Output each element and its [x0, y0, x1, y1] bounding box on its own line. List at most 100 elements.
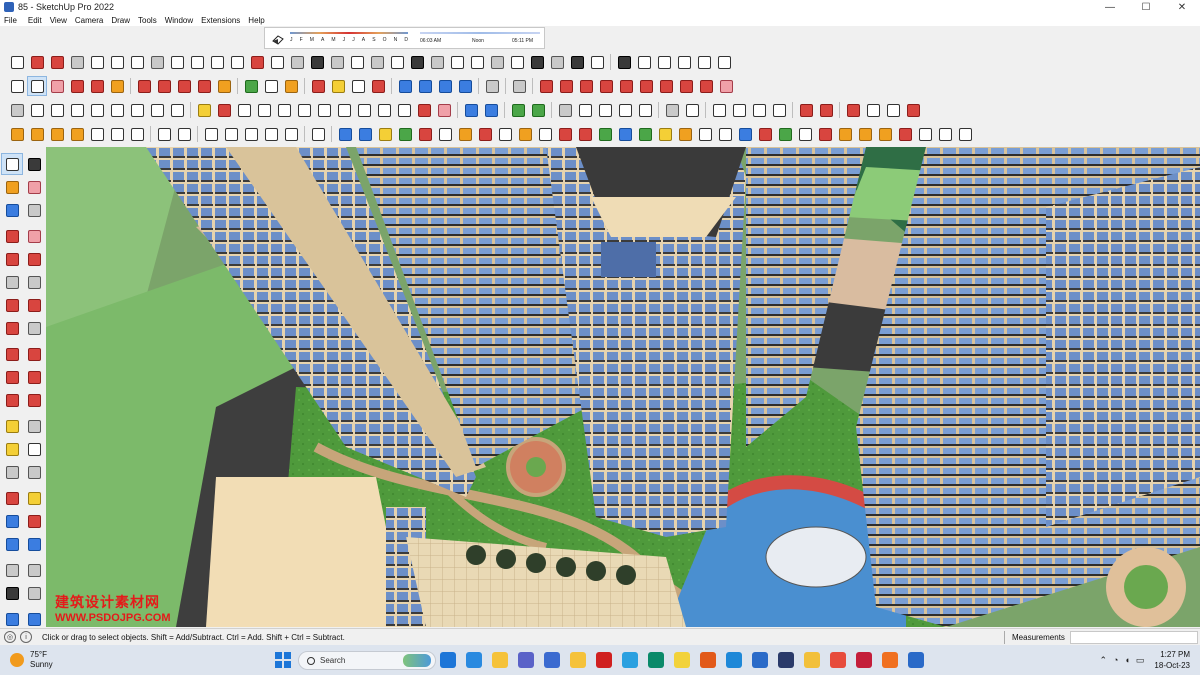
clock[interactable]: 1:27 PM 18-Oct-23	[1154, 649, 1190, 671]
menu-extensions[interactable]: Extensions	[201, 16, 240, 25]
menu-help[interactable]: Help	[248, 16, 264, 25]
pushpull-icon[interactable]	[167, 52, 187, 72]
left-icon[interactable]	[107, 100, 127, 120]
sketch-icon[interactable]	[194, 100, 214, 120]
mat3-icon[interactable]	[883, 100, 903, 120]
minimize-button[interactable]: —	[1092, 0, 1128, 14]
explode-icon[interactable]	[528, 100, 548, 120]
section-tool-icon[interactable]	[23, 582, 45, 604]
flip-icon[interactable]	[287, 52, 307, 72]
ext9-icon[interactable]	[174, 124, 194, 144]
scene2-icon[interactable]	[682, 100, 702, 120]
paint-icon[interactable]	[487, 52, 507, 72]
ext30-icon[interactable]	[615, 124, 635, 144]
ext8-icon[interactable]	[154, 124, 174, 144]
pan-tool-icon[interactable]	[23, 487, 45, 509]
zoom-window-tool-icon[interactable]	[23, 510, 45, 532]
flip-x-icon[interactable]	[461, 100, 481, 120]
zoom-ext-tool-icon[interactable]	[1, 533, 23, 555]
ext18-icon[interactable]	[375, 124, 395, 144]
zoom-tool-icon[interactable]	[1, 510, 23, 532]
arc-tool2-icon[interactable]	[1, 294, 23, 316]
ext38-icon[interactable]	[775, 124, 795, 144]
house-icon[interactable]	[674, 52, 694, 72]
solid5-icon[interactable]	[616, 76, 636, 96]
followme-tool-icon[interactable]	[23, 366, 45, 388]
menu-draw[interactable]: Draw	[111, 16, 130, 25]
solid4-icon[interactable]	[596, 76, 616, 96]
solid8-icon[interactable]	[676, 76, 696, 96]
solid-e-icon[interactable]	[635, 100, 655, 120]
arc-tool-icon[interactable]	[87, 76, 107, 96]
loop2-icon[interactable]	[254, 100, 274, 120]
zoom-icon[interactable]	[547, 52, 567, 72]
protractor-icon[interactable]	[327, 52, 347, 72]
taskbar-app-icon[interactable]	[882, 652, 898, 668]
window3-icon[interactable]	[749, 100, 769, 120]
orbit-icon[interactable]	[507, 52, 527, 72]
maximize-button[interactable]: ☐	[1128, 0, 1164, 14]
pan2-icon[interactable]	[328, 76, 348, 96]
section-icon[interactable]	[427, 52, 447, 72]
solid-c-icon[interactable]	[595, 100, 615, 120]
orbit-tool-icon[interactable]	[1, 487, 23, 509]
rotate-icon[interactable]	[247, 52, 267, 72]
3d-viewport[interactable]	[46, 147, 1200, 627]
loop7-icon[interactable]	[354, 100, 374, 120]
taskbar-search[interactable]: Search	[298, 651, 436, 670]
right-icon[interactable]	[67, 100, 87, 120]
taskbar-app-icon[interactable]	[466, 652, 482, 668]
move-tool-icon[interactable]	[1, 343, 23, 365]
wifi-icon[interactable]: ◔	[1113, 655, 1118, 665]
pan-icon[interactable]	[527, 52, 547, 72]
wireframe-icon[interactable]	[167, 100, 187, 120]
components-icon[interactable]	[634, 52, 654, 72]
loop4-icon[interactable]	[294, 100, 314, 120]
eraser-icon[interactable]	[47, 76, 67, 96]
zoom-extents2-icon[interactable]	[368, 76, 388, 96]
shape-icon[interactable]	[107, 76, 127, 96]
solid1-icon[interactable]	[536, 76, 556, 96]
solid9-icon[interactable]	[696, 76, 716, 96]
ext13-icon[interactable]	[261, 124, 281, 144]
ext40-icon[interactable]	[815, 124, 835, 144]
smoove-tool-icon[interactable]	[23, 608, 45, 630]
circle-icon[interactable]	[127, 52, 147, 72]
geo-location-icon[interactable]: ◎	[4, 631, 16, 643]
3dtext-tool-icon[interactable]	[23, 461, 45, 483]
ext15-icon[interactable]	[308, 124, 328, 144]
menu-camera[interactable]: Camera	[75, 16, 103, 25]
box-icon[interactable]	[694, 52, 714, 72]
taskbar-app-icon[interactable]	[752, 652, 768, 668]
loop5-icon[interactable]	[314, 100, 334, 120]
ext7-icon[interactable]	[127, 124, 147, 144]
taskbar-app-icon[interactable]	[648, 652, 664, 668]
ext29-icon[interactable]	[595, 124, 615, 144]
followme2-icon[interactable]	[154, 76, 174, 96]
arc-icon[interactable]	[7, 52, 27, 72]
measurements-input[interactable]	[1070, 631, 1198, 644]
warehouse-icon[interactable]	[614, 52, 634, 72]
solid2-icon[interactable]	[556, 76, 576, 96]
paint2-tool-icon[interactable]	[1, 199, 23, 221]
stamp-icon[interactable]	[435, 76, 455, 96]
ext17-icon[interactable]	[355, 124, 375, 144]
ext27-icon[interactable]	[555, 124, 575, 144]
zoom2-icon[interactable]	[348, 76, 368, 96]
iso-icon[interactable]	[7, 100, 27, 120]
top-icon[interactable]	[27, 100, 47, 120]
ext20-icon[interactable]	[415, 124, 435, 144]
ext3-icon[interactable]	[47, 124, 67, 144]
ext21-icon[interactable]	[435, 124, 455, 144]
ext23-icon[interactable]	[475, 124, 495, 144]
paint-tool-icon[interactable]	[1, 176, 23, 198]
section-fill-icon[interactable]	[447, 52, 467, 72]
ext35-icon[interactable]	[715, 124, 735, 144]
ext2-icon[interactable]	[27, 124, 47, 144]
offset-icon[interactable]	[207, 52, 227, 72]
zoom-extents-icon[interactable]	[587, 52, 607, 72]
menu-edit[interactable]: Edit	[28, 16, 42, 25]
ext14-icon[interactable]	[281, 124, 301, 144]
month-slider[interactable]: J F M A M J J A S O N D	[290, 29, 408, 45]
taskbar-app-icon[interactable]	[674, 652, 690, 668]
